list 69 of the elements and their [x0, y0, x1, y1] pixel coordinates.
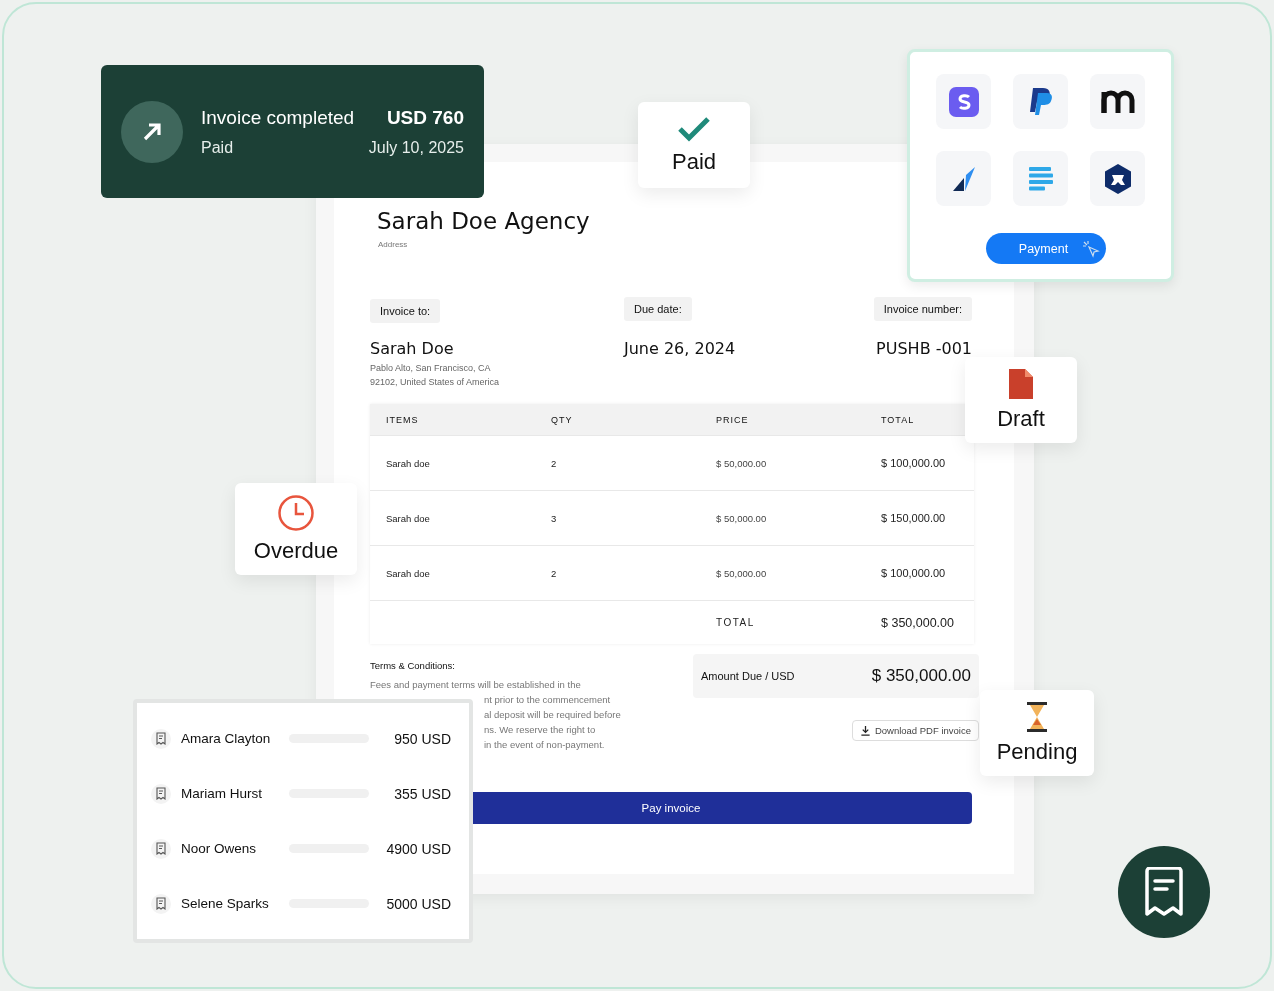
- table-cell-text: $ 100,000.00: [880, 457, 947, 469]
- field-value: Sarah Doe: [370, 339, 454, 358]
- total-value: $ 350,000.00: [880, 615, 955, 630]
- column-header: QTY: [550, 414, 574, 425]
- receipt-icon: [151, 893, 171, 914]
- table-cell-text: $ 100,000.00: [880, 567, 947, 579]
- column-header: ITEMS: [385, 414, 420, 425]
- receipt-icon: [151, 838, 171, 859]
- hourglass-icon: [1026, 701, 1048, 733]
- field-label: Invoice to:: [370, 299, 441, 323]
- field-value: June 26, 2024: [624, 339, 736, 358]
- receipt-icon: [1142, 867, 1186, 917]
- field-label: Due date:: [624, 297, 692, 321]
- status-label: Overdue: [253, 538, 339, 564]
- receipt-icon: [151, 783, 171, 804]
- terms-text: ns. We reserve the right to: [483, 724, 597, 735]
- company-name: Sarah Doe Agency: [376, 208, 591, 234]
- document-icon: [1008, 368, 1034, 400]
- terms-title: Terms & Conditions:: [370, 660, 456, 671]
- payment-button[interactable]: Payment: [985, 233, 1106, 264]
- notification-date: July 10, 2025: [368, 138, 464, 157]
- notification-amount: USD 760: [385, 106, 464, 129]
- address-label: Address: [377, 240, 409, 249]
- column-header: PRICE: [715, 414, 750, 425]
- address-line: 92102, United States of America: [370, 378, 500, 386]
- hexagon-logo-icon[interactable]: [1090, 151, 1145, 206]
- table-cell-text: Sarah doe: [385, 457, 431, 469]
- customer-amount: 4900 USD: [386, 840, 451, 857]
- table-cell-text: $ 50,000.00: [715, 457, 768, 469]
- table-cell-text: $ 50,000.00: [715, 567, 768, 579]
- customer-name: Noor Owens: [181, 841, 258, 856]
- customer-amount: 950 USD: [394, 730, 451, 747]
- clock-icon: [277, 494, 315, 532]
- check-icon: [677, 115, 711, 143]
- terms-text: Fees and payment terms will be established in the: [370, 679, 582, 690]
- amount-due-value: $ 350,000.00: [871, 666, 971, 686]
- table-cell-text: $ 50,000.00: [715, 512, 768, 524]
- address-line: Pablo Alto, San Francisco, CA: [370, 364, 491, 372]
- sail-logo-icon[interactable]: [936, 151, 991, 206]
- status-label: Paid: [671, 149, 716, 175]
- terms-text: al deposit will be required before: [483, 709, 621, 720]
- field-value: PUSHB -001: [876, 339, 972, 358]
- customer-name: Mariam Hurst: [181, 786, 263, 801]
- customer-name: Amara Clayton: [181, 731, 272, 746]
- status-label: Pending: [996, 739, 1078, 765]
- customer-name: Selene Sparks: [181, 896, 270, 911]
- table-cell-text: Sarah doe: [385, 512, 431, 524]
- table-cell-text: 3: [550, 512, 558, 524]
- status-label: Draft: [997, 406, 1045, 432]
- total-label: TOTAL: [715, 617, 756, 628]
- amount-due-label: Amount Due / USD: [701, 670, 795, 682]
- paypal-logo-icon[interactable]: [1013, 74, 1068, 129]
- download-icon: [859, 725, 871, 736]
- notification-status: Paid: [201, 138, 235, 157]
- column-header: TOTAL: [880, 414, 916, 425]
- table-cell-text: 2: [550, 567, 558, 579]
- customer-amount: 5000 USD: [386, 895, 451, 912]
- download-button[interactable]: Download PDF invoice: [851, 720, 979, 741]
- notification-title: Invoice completed: [201, 106, 356, 129]
- terms-text: nt prior to the commencement: [483, 694, 612, 705]
- square-logo-icon[interactable]: [936, 74, 991, 129]
- cursor-icon: [1081, 240, 1100, 258]
- table-cell-text: Sarah doe: [385, 567, 431, 579]
- receipt-icon: [151, 728, 171, 749]
- bars-logo-icon[interactable]: [1013, 151, 1068, 206]
- arches-logo-icon[interactable]: [1090, 74, 1145, 129]
- table-cell-text: $ 150,000.00: [880, 512, 947, 524]
- table-cell-text: 2: [550, 457, 558, 469]
- field-label: Invoice number:: [873, 297, 972, 321]
